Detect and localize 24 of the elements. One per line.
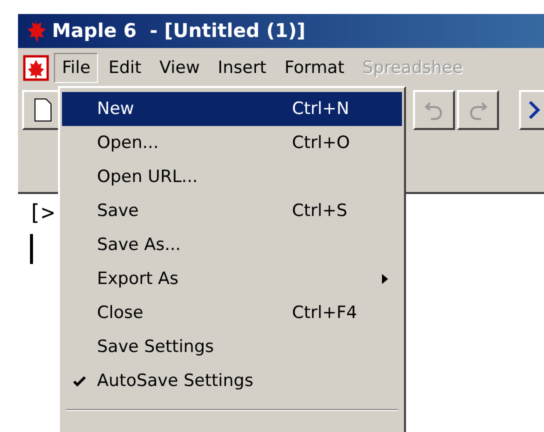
chevron-icon xyxy=(528,98,540,122)
menu-item[interactable]: File xyxy=(54,53,98,83)
window-title: Maple 6 - [Untitled (1)] xyxy=(52,20,306,42)
undo-button[interactable] xyxy=(413,90,455,130)
blank-page-icon xyxy=(33,98,53,122)
menu-option[interactable]: Open URL... xyxy=(62,160,402,194)
menu-option[interactable]: AutoSave Settings xyxy=(62,364,402,398)
menu-option[interactable]: New Ctrl+N xyxy=(62,92,402,126)
menu-item[interactable]: Format xyxy=(276,53,352,83)
menu-option[interactable]: Save As... xyxy=(62,228,402,262)
toolbar-button[interactable] xyxy=(519,90,544,130)
menu-item[interactable]: Insert xyxy=(210,53,274,83)
input-prompt: [> xyxy=(28,200,54,228)
text-cursor xyxy=(30,234,33,264)
menu-item[interactable]: View xyxy=(151,53,208,83)
redo-button[interactable] xyxy=(457,90,499,130)
menu-option[interactable]: Save Settings xyxy=(62,330,402,364)
document-icon[interactable] xyxy=(22,54,50,82)
menu-option[interactable]: Save Ctrl+S xyxy=(62,194,402,228)
menu-option[interactable]: Open... Ctrl+O xyxy=(62,126,402,160)
submenu-arrow-icon xyxy=(382,274,388,284)
menu-option[interactable]: Export As xyxy=(62,262,402,296)
menu-option[interactable]: Close Ctrl+F4 xyxy=(62,296,402,330)
menu-item[interactable]: Edit xyxy=(100,53,150,83)
